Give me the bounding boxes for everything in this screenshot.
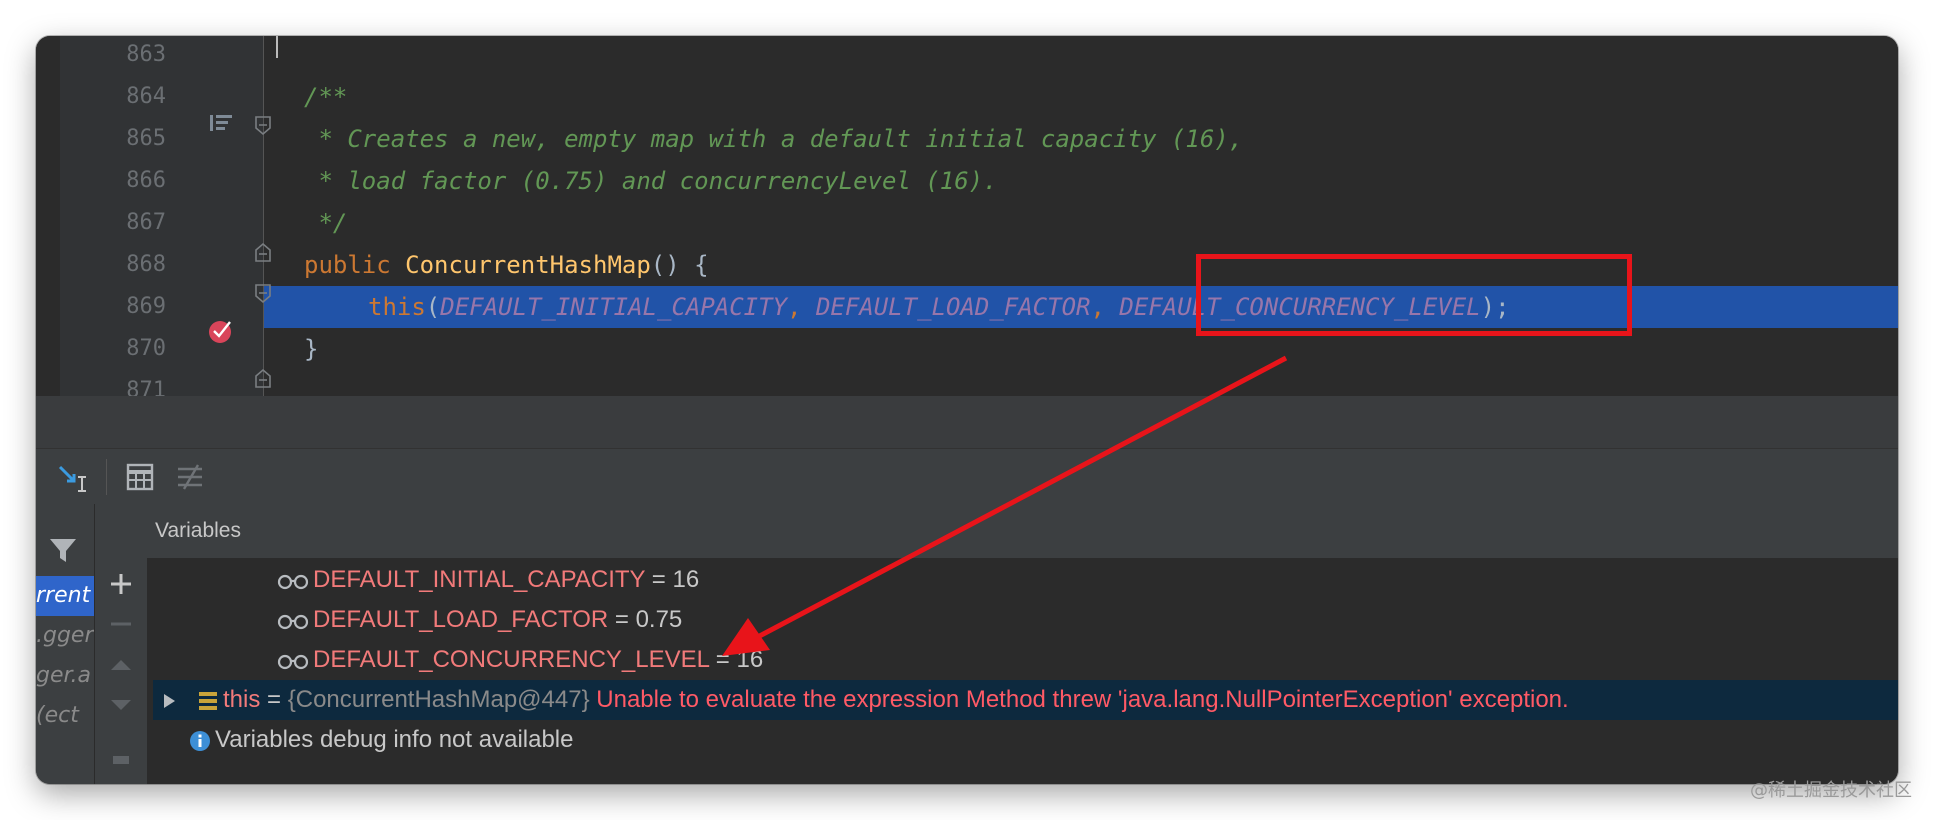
variable-name: DEFAULT_INITIAL_CAPACITY <box>313 566 646 593</box>
line-number: 869 <box>126 294 166 319</box>
line-number: 863 <box>126 42 166 67</box>
trace-settings-icon[interactable] <box>172 459 208 495</box>
evaluate-table-icon[interactable] <box>122 459 158 495</box>
variables-title: Variables <box>155 519 241 542</box>
variables-side-toolbar <box>95 558 147 784</box>
info-icon <box>190 730 210 751</box>
frame-item[interactable]: ger.a <box>36 656 94 696</box>
frame-item[interactable]: gger. <box>36 616 94 656</box>
line-number: 867 <box>126 210 166 235</box>
const-initial-capacity: DEFAULT_INITIAL_CAPACITY <box>440 293 788 321</box>
step-into-cursor-icon[interactable] <box>56 459 92 495</box>
method-name: ConcurrentHashMap <box>405 251 651 279</box>
breakpoint-icon[interactable] <box>208 318 236 344</box>
watch-glasses-icon <box>277 614 309 629</box>
variable-row-this[interactable]: this = {ConcurrentHashMap@447} Unable to… <box>153 680 1898 720</box>
filter-icon[interactable] <box>48 536 78 564</box>
variable-name: DEFAULT_CONCURRENCY_LEVEL <box>313 646 710 673</box>
move-up-icon[interactable] <box>107 650 135 678</box>
move-down-icon[interactable] <box>107 690 135 718</box>
variable-name: this <box>223 686 261 713</box>
variable-value: 16 <box>672 566 700 593</box>
doc-comment: * load factor (0.75) and concurrencyLeve… <box>304 167 998 195</box>
info-message: Variables debug info not available <box>215 726 574 753</box>
line-number: 866 <box>126 168 166 193</box>
fold-end-icon[interactable] <box>254 242 272 262</box>
variable-row[interactable]: DEFAULT_LOAD_FACTOR = 0.75 <box>153 600 1898 640</box>
ide-window: 863 864 /** 865 * Creates a new, empty m… <box>36 36 1898 784</box>
panel-divider <box>36 396 1898 448</box>
constructor-declaration: public ConcurrentHashMap() { <box>304 244 709 286</box>
code-line[interactable]: 866 * load factor (0.75) and concurrency… <box>36 160 1898 202</box>
doc-comment: * Creates a new, empty map with a defaul… <box>304 125 1244 153</box>
closing-brace: } <box>304 335 319 363</box>
fold-end-icon[interactable] <box>254 368 272 388</box>
fold-collapse-icon[interactable] <box>254 284 272 304</box>
doc-comment: /** <box>304 83 348 111</box>
line-number: 864 <box>126 84 166 109</box>
object-fields-icon <box>199 691 217 710</box>
keyword-this: this <box>368 293 426 321</box>
highlight-annotation-box <box>1196 254 1632 336</box>
variable-value: 16 <box>736 646 764 673</box>
remove-icon[interactable] <box>107 610 135 638</box>
line-number: 865 <box>126 126 166 151</box>
variable-row[interactable]: DEFAULT_CONCURRENCY_LEVEL = 16 <box>153 640 1898 680</box>
code-line[interactable]: 865 * Creates a new, empty map with a de… <box>36 118 1898 160</box>
punctuation: () { <box>650 251 709 279</box>
code-line[interactable]: 864 /** <box>36 76 1898 118</box>
frame-item[interactable]: ect) <box>36 696 94 736</box>
fold-collapse-icon[interactable] <box>254 116 272 136</box>
add-icon[interactable] <box>107 570 135 598</box>
info-row: Variables debug info not available <box>153 720 1898 760</box>
method-list-icon[interactable] <box>210 114 232 132</box>
code-editor[interactable]: 863 864 /** 865 * Creates a new, empty m… <box>36 36 1898 403</box>
watch-glasses-icon <box>277 654 309 669</box>
object-reference: {ConcurrentHashMap@447} <box>287 686 590 713</box>
variable-value: 0.75 <box>635 606 683 633</box>
variable-name: DEFAULT_LOAD_FACTOR <box>313 606 609 633</box>
const-load-factor: DEFAULT_LOAD_FACTOR <box>815 293 1091 321</box>
keyword-public: public <box>304 251 406 279</box>
variable-row[interactable]: DEFAULT_INITIAL_CAPACITY = 16 <box>153 560 1898 600</box>
watch-glasses-icon <box>277 574 309 589</box>
code-line[interactable]: 863 <box>36 36 1898 76</box>
frames-list[interactable]: rrent gger. ger.a ect) <box>36 504 94 784</box>
text-caret <box>276 36 278 58</box>
watermark: @稀土掘金技术社区 <box>1750 780 1912 801</box>
evaluation-error: Unable to evaluate the expression Method… <box>596 686 1569 713</box>
debugger-toolbar <box>36 448 1898 505</box>
duplicate-icon[interactable] <box>107 746 135 774</box>
expand-arrow-icon[interactable] <box>159 691 179 711</box>
line-number: 868 <box>126 252 166 277</box>
line-number: 870 <box>126 336 166 361</box>
doc-comment: */ <box>304 209 348 237</box>
variables-pane: Variables DEFAULT_INITIAL_CAPACITY = 16 … <box>95 504 1898 784</box>
frame-item-selected[interactable]: rrent <box>36 576 94 616</box>
variables-header: Variables <box>95 504 1898 559</box>
code-line[interactable]: 867 */ <box>36 202 1898 244</box>
